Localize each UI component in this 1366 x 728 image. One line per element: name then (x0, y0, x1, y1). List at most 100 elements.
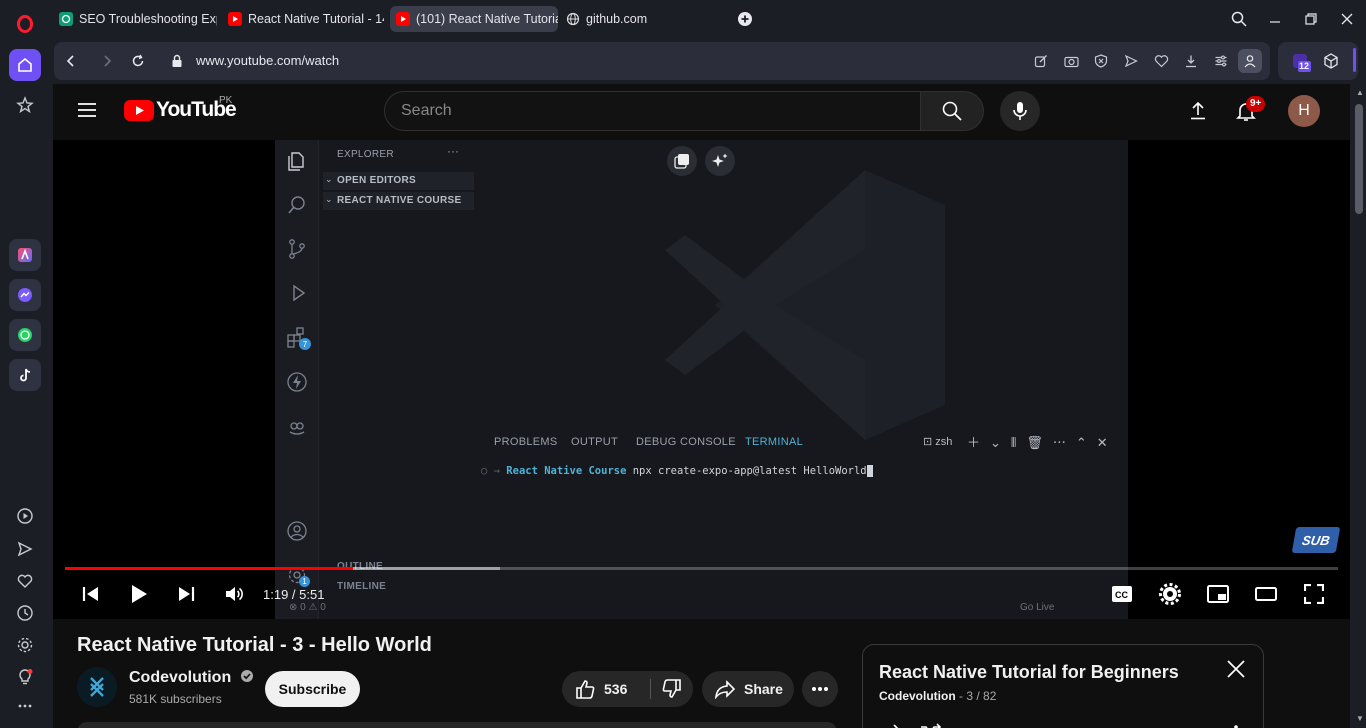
video-title: React Native Tutorial - 3 - Hello World (77, 634, 432, 656)
theater-mode-button[interactable] (1251, 579, 1281, 609)
scroll-up-arrow-icon[interactable]: ▲ (1356, 88, 1364, 97)
send-icon[interactable] (9, 533, 41, 565)
youtube-page: YouTube PK Search 9+ H 7 1 EXPLORER ··· … (53, 84, 1350, 728)
settings-button[interactable] (1155, 579, 1185, 609)
new-tab-plus-icon[interactable] (734, 8, 756, 30)
explorer-title: EXPLORER (337, 149, 394, 160)
back-arrow-icon[interactable] (61, 51, 81, 71)
previous-button[interactable] (76, 579, 106, 609)
history-clock-icon[interactable] (9, 597, 41, 629)
hamburger-menu-icon[interactable] (77, 100, 101, 124)
tiktok-icon[interactable] (9, 359, 41, 391)
skip-next-icon (179, 587, 195, 601)
miniplayer-button[interactable] (1203, 579, 1233, 609)
captions-button[interactable]: CC (1107, 579, 1137, 609)
scroll-down-arrow-icon[interactable]: ▼ (1356, 714, 1364, 723)
scrollbar-thumb[interactable] (1355, 104, 1363, 214)
camera-snapshot-icon[interactable] (1061, 51, 1081, 71)
forward-arrow-icon[interactable] (97, 51, 117, 71)
run-debug-icon (293, 284, 306, 302)
aria-icon[interactable] (9, 239, 41, 271)
shuffle-icon[interactable] (919, 723, 943, 728)
shell-name: zsh (935, 436, 953, 448)
youtube-logo-icon[interactable] (124, 100, 154, 121)
heart-icon[interactable] (9, 565, 41, 597)
bookmarks-star-icon[interactable] (9, 89, 41, 121)
url-text[interactable]: www.youtube.com/watch (196, 53, 339, 68)
channel-name[interactable]: Codevolution (129, 669, 254, 687)
theater-mode-icon (1255, 587, 1277, 601)
gear-icon (1159, 583, 1181, 605)
close-window-icon[interactable] (1336, 8, 1358, 30)
sidebar-accent-bar (1353, 48, 1356, 72)
source-control-icon (289, 239, 305, 259)
more-options-icon[interactable] (9, 690, 41, 722)
search-input[interactable]: Search (384, 91, 921, 131)
page-scrollbar[interactable]: ▲ ▼ (1352, 84, 1366, 728)
subscriber-count: 581K subscribers (129, 692, 222, 706)
subscribe-watermark[interactable]: SUB (1291, 527, 1341, 553)
play-button[interactable] (124, 579, 154, 609)
like-button[interactable]: 536 (562, 671, 650, 707)
volume-button[interactable] (219, 579, 249, 609)
tab-react-native-active[interactable]: (101) React Native Tutorial (390, 6, 558, 32)
favorite-heart-icon[interactable] (1151, 51, 1171, 71)
reload-icon[interactable] (128, 51, 148, 71)
messenger-icon[interactable] (9, 279, 41, 311)
download-icon[interactable] (1181, 51, 1201, 71)
extension-puzzle-icon[interactable]: 12 (1290, 51, 1312, 73)
loop-playlist-icon[interactable] (879, 723, 903, 728)
adblock-shield-icon[interactable] (1091, 51, 1111, 71)
playlist-more-icon[interactable] (1233, 723, 1241, 728)
extensions-area: 12 (1278, 42, 1358, 80)
progress-bar[interactable] (65, 567, 1338, 570)
subscribe-button[interactable]: Subscribe (265, 671, 360, 707)
restore-icon[interactable] (1300, 8, 1322, 30)
close-playlist-icon[interactable] (1225, 658, 1249, 682)
notification-badge: 9+ (1246, 96, 1266, 112)
lock-icon[interactable] (167, 51, 187, 71)
playlist-channel[interactable]: Codevolution (879, 689, 956, 703)
next-button[interactable] (171, 579, 201, 609)
tab-label: SEO Troubleshooting Expe (79, 12, 217, 26)
account-avatar[interactable]: H (1288, 95, 1320, 127)
minimize-icon[interactable] (1264, 8, 1286, 30)
tab-github[interactable]: github.com (560, 6, 730, 32)
tab-seo-troubleshooting[interactable]: SEO Troubleshooting Expe (53, 6, 217, 32)
video-player[interactable]: 7 1 EXPLORER ··· ⌄ OPEN EDITORS ⌄ REACT … (53, 140, 1350, 619)
svg-text:CC: CC (1115, 590, 1128, 600)
settings-gear-icon[interactable] (9, 629, 41, 661)
more-actions-button[interactable] (802, 671, 838, 707)
upload-icon[interactable] (1187, 100, 1209, 122)
playlist-title[interactable]: React Native Tutorial for Beginners (879, 662, 1179, 683)
player-icon[interactable] (9, 500, 41, 532)
search-button[interactable] (920, 91, 984, 131)
home-icon[interactable] (9, 49, 41, 81)
whatsapp-icon[interactable] (9, 319, 41, 351)
share-button[interactable]: Share (702, 671, 794, 707)
channel-avatar[interactable] (77, 667, 117, 707)
explorer-panel: EXPLORER ··· ⌄ OPEN EDITORS ⌄ REACT NATI… (319, 140, 474, 619)
lightbulb-icon[interactable] (9, 661, 41, 693)
opera-menu-icon[interactable] (9, 8, 41, 40)
accounts-icon (287, 521, 307, 541)
codevolution-logo-icon (90, 677, 104, 697)
edit-share-icon[interactable] (1031, 51, 1051, 71)
dislike-button[interactable] (651, 671, 693, 707)
tab-react-native-14[interactable]: React Native Tutorial - 14 (222, 6, 384, 32)
flow-send-icon[interactable] (1121, 51, 1141, 71)
easy-setup-sliders-icon[interactable] (1211, 51, 1231, 71)
globe-favicon-icon (566, 12, 580, 26)
terminal-prompt-dir: React Native Course (506, 465, 627, 477)
chevron-down-icon: ⌄ (325, 194, 333, 204)
fullscreen-button[interactable] (1299, 579, 1329, 609)
explorer-more-icon: ··· (447, 144, 459, 158)
address-bar: www.youtube.com/watch (54, 42, 1270, 80)
playlist-position: - 3 / 82 (959, 689, 997, 703)
voice-search-button[interactable] (1000, 91, 1040, 131)
status-go-live: Go Live (1020, 602, 1055, 613)
cube-extension-icon[interactable] (1322, 52, 1340, 70)
description-box[interactable] (77, 722, 837, 728)
tab-search-icon[interactable] (1228, 8, 1250, 30)
profile-icon[interactable] (1238, 49, 1262, 73)
